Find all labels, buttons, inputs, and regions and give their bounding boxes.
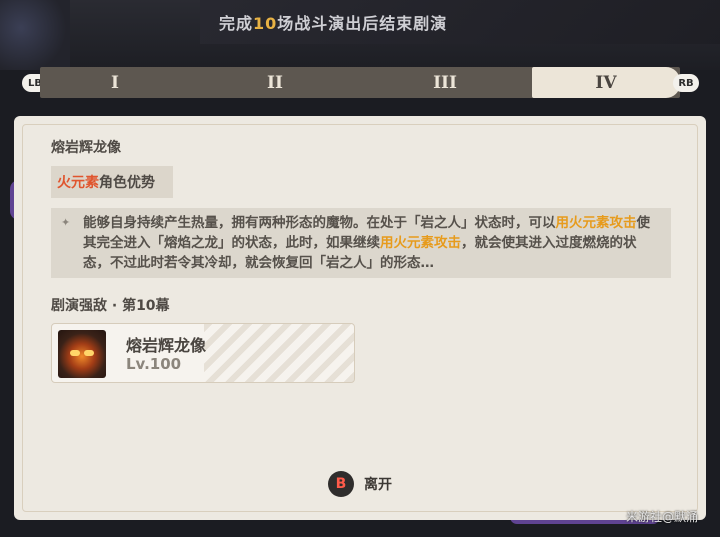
stage-label: 剧演强敌 · 第10幕	[51, 298, 170, 314]
tab-bar: I II III IV	[40, 67, 680, 98]
card-pattern	[204, 324, 354, 382]
portrait-eye	[70, 350, 80, 356]
highlight-text: 用火元素攻击	[555, 215, 637, 231]
objective-text: 完成10场战斗演出后结束剧演	[219, 14, 448, 33]
enemy-card[interactable]: 熔岩辉龙像 Lv.100	[51, 323, 355, 383]
portrait-eye	[84, 350, 94, 356]
leave-label: 离开	[364, 477, 392, 493]
tab-4[interactable]: IV	[532, 67, 680, 98]
element-name: 火元素	[57, 175, 99, 191]
b-key-icon: B	[328, 471, 354, 497]
tab-2[interactable]: II	[200, 67, 350, 98]
enemy-portrait-icon	[58, 330, 106, 378]
leave-button[interactable]: B 离开	[328, 471, 392, 497]
enemy-title: 熔岩辉龙像	[51, 140, 121, 156]
tab-3[interactable]: III	[370, 67, 520, 98]
highlight-text: 用火元素攻击	[380, 235, 461, 251]
element-suffix: 角色优势	[99, 175, 155, 191]
diamond-bullet-icon: ✦	[61, 216, 71, 229]
tab-1[interactable]: I	[40, 67, 190, 98]
enemy-card-name: 熔岩辉龙像	[126, 336, 207, 355]
watermark: 米游社@默涌	[626, 510, 699, 524]
enemy-description: 能够自身持续产生热量，拥有两种形态的魔物。在处于「岩之人」状态时，可以用火元素攻…	[51, 208, 671, 278]
background-decoration	[0, 0, 70, 70]
objective-count: 10	[253, 14, 278, 33]
enemy-card-level: Lv.100	[126, 355, 182, 373]
rb-button[interactable]: RB	[673, 74, 699, 92]
element-advantage-badge: 火元素 角色优势	[51, 166, 173, 198]
